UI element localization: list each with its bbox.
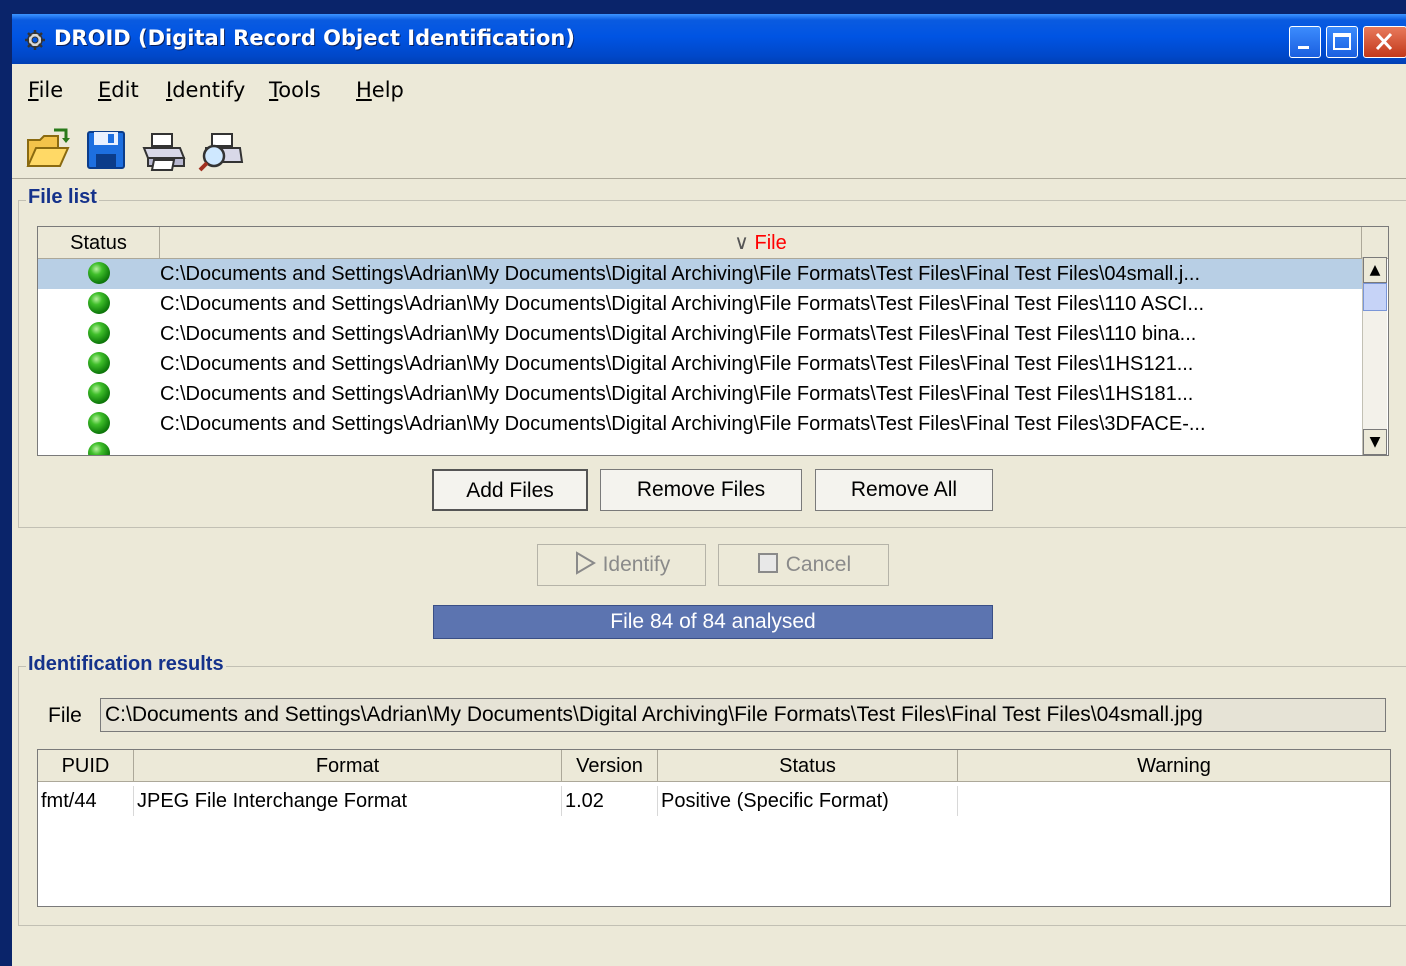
table-row[interactable]: C:\Documents and Settings\Adrian\My Docu… — [38, 379, 1362, 409]
puid-cell: fmt/44 — [38, 786, 134, 816]
status-ok-icon — [88, 382, 110, 404]
file-list-label: File list — [26, 186, 99, 209]
minimize-button[interactable] — [1289, 26, 1321, 58]
close-icon — [1375, 32, 1393, 51]
file-path-cell: C:\Documents and Settings\Adrian\My Docu… — [160, 353, 1194, 375]
file-path-cell: C:\Documents and Settings\Adrian\My Docu… — [160, 293, 1205, 315]
result-row[interactable]: fmt/44 JPEG File Interchange Format 1.02… — [38, 786, 1390, 816]
scroll-thumb[interactable] — [1363, 283, 1387, 311]
column-header-status[interactable]: Status — [658, 750, 958, 782]
column-header-format[interactable]: Format — [134, 750, 562, 782]
save-icon[interactable] — [82, 126, 130, 174]
app-gear-icon — [25, 30, 45, 50]
file-list-scrollbar[interactable]: ▲ ▼ — [1362, 257, 1387, 455]
open-folder-icon[interactable] — [24, 126, 72, 174]
window-title: DROID (Digital Record Object Identificat… — [54, 26, 575, 50]
status-ok-icon — [88, 442, 110, 455]
remove-all-button[interactable]: Remove All — [815, 469, 993, 511]
scroll-up-button[interactable]: ▲ — [1363, 257, 1387, 283]
column-header-version[interactable]: Version — [562, 750, 658, 782]
menu-identify[interactable]: Identify — [166, 78, 245, 102]
status-ok-icon — [88, 352, 110, 374]
format-cell: JPEG File Interchange Format — [134, 786, 562, 816]
result-file-label: File — [48, 704, 82, 727]
identify-button[interactable]: Identify — [537, 544, 706, 586]
progress-bar: File 84 of 84 analysed — [433, 605, 993, 639]
table-row[interactable]: C:\Documents and Settings\Adrian\My Docu… — [38, 319, 1362, 349]
toolbar — [12, 114, 1406, 179]
menu-file[interactable]: File — [28, 78, 63, 102]
status-ok-icon — [88, 292, 110, 314]
file-path-cell: C:\Documents and Settings\Adrian\My Docu… — [160, 323, 1197, 345]
column-header-status[interactable]: Status — [38, 227, 160, 259]
play-icon — [575, 551, 596, 575]
table-row[interactable]: C:\Documents and Settings\Adrian\My Docu… — [38, 349, 1362, 379]
table-row[interactable]: C:\Documents and Settings\Adrian\My Docu… — [38, 259, 1362, 289]
version-cell: 1.02 — [562, 786, 658, 816]
column-header-file[interactable]: ∨ File — [160, 227, 1362, 259]
file-list-table: Status ∨ File C:\Documents and Settings\… — [37, 226, 1389, 456]
file-path-cell: C:\Documents and Settings\Adrian\My Docu… — [160, 413, 1206, 435]
desktop-edge — [0, 0, 12, 966]
progress-text: File 84 of 84 analysed — [610, 610, 816, 633]
menu-edit[interactable]: Edit — [98, 78, 139, 102]
stop-icon — [757, 553, 778, 573]
sort-descending-icon: ∨ — [734, 232, 749, 254]
print-icon[interactable] — [140, 126, 188, 174]
status-ok-icon — [88, 412, 110, 434]
file-path-cell: C:\Documents and Settings\Adrian\My Docu… — [160, 263, 1200, 285]
table-row[interactable]: C:\Documents and Settings\Adrian\My Docu… — [38, 409, 1362, 439]
status-ok-icon — [88, 262, 110, 284]
results-table: PUID Format Version Status Warning fmt/4… — [37, 749, 1391, 907]
status-ok-icon — [88, 322, 110, 344]
cancel-label: Cancel — [785, 553, 852, 576]
menu-tools[interactable]: Tools — [269, 78, 321, 102]
menu-help[interactable]: Help — [356, 78, 404, 102]
maximize-icon — [1333, 33, 1351, 50]
add-files-button[interactable]: Add Files — [432, 469, 588, 511]
identification-results-label: Identification results — [26, 653, 226, 676]
cancel-button[interactable]: Cancel — [718, 544, 889, 586]
file-path-cell: C:\Documents and Settings\Adrian\My Docu… — [160, 383, 1194, 405]
column-header-puid[interactable]: PUID — [38, 750, 134, 782]
remove-files-button[interactable]: Remove Files — [600, 469, 802, 511]
scroll-down-button[interactable]: ▼ — [1363, 429, 1387, 455]
title-bar[interactable]: DROID (Digital Record Object Identificat… — [12, 14, 1406, 64]
droid-window: DROID (Digital Record Object Identificat… — [12, 14, 1406, 966]
minimize-icon — [1298, 46, 1309, 49]
status-cell: Positive (Specific Format) — [658, 786, 958, 816]
close-button[interactable] — [1363, 26, 1406, 58]
table-row-partial[interactable] — [38, 439, 1362, 455]
identify-label: Identify — [602, 553, 671, 576]
menu-bar: File Edit Identify Tools Help — [12, 64, 1406, 114]
table-row[interactable]: C:\Documents and Settings\Adrian\My Docu… — [38, 289, 1362, 319]
header-corner — [1362, 227, 1388, 259]
maximize-button[interactable] — [1326, 26, 1358, 58]
result-file-field[interactable]: C:\Documents and Settings\Adrian\My Docu… — [100, 698, 1386, 732]
warning-cell — [958, 786, 1390, 816]
column-header-file-label: File — [754, 232, 787, 254]
column-header-warning[interactable]: Warning — [958, 750, 1390, 782]
print-preview-icon[interactable] — [198, 126, 246, 174]
